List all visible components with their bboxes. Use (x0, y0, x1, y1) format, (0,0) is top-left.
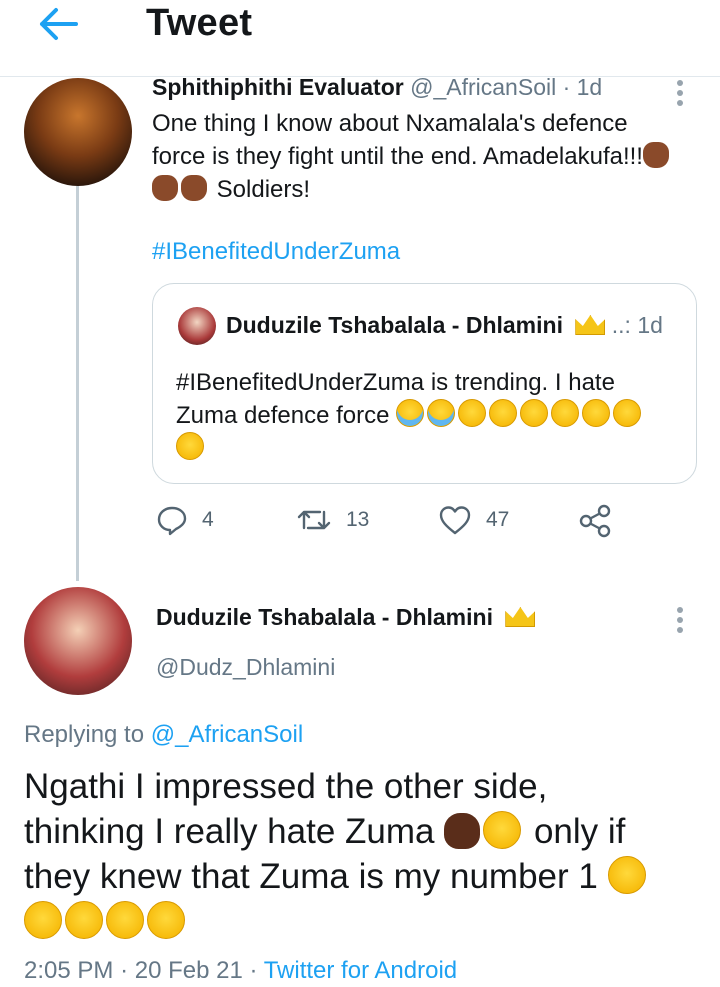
cry-emoji (427, 399, 456, 427)
like-icon (439, 506, 471, 535)
laugh-emoji (458, 399, 487, 427)
retweet-count: 13 (346, 508, 370, 531)
quoted-tweet-text: #IBenefitedUnderZuma is trending. I hate… (176, 367, 676, 465)
avatar[interactable] (24, 587, 132, 695)
laugh-emoji (582, 399, 611, 427)
top-bar: Tweet (0, 0, 720, 77)
fist-emoji (181, 175, 207, 201)
reply-count: 4 (202, 508, 214, 531)
tweet-time: · 1d (562, 74, 603, 100)
quoted-author-name: Duduzile Tshabalala - Dhlamini (226, 312, 563, 338)
like-count: 47 (486, 508, 510, 531)
laugh-emoji (65, 901, 103, 939)
laugh-emoji (176, 432, 204, 460)
crown-emoji (505, 607, 536, 627)
more-dots-icon[interactable] (676, 80, 684, 110)
laugh-emoji (551, 399, 580, 427)
laugh-emoji (483, 811, 522, 849)
share-button[interactable] (578, 504, 626, 538)
quoted-tweet-header: Duduzile Tshabalala - Dhlamini ..: 1d (226, 312, 663, 339)
tweet-time: 2:05 PM (24, 957, 114, 984)
like-button[interactable]: 47 (438, 504, 509, 536)
tweet-metadata: 2:05 PM · 20 Feb 21 · Twitter for Androi… (24, 957, 457, 985)
reply-icon (157, 506, 187, 536)
retweet-button[interactable]: 13 (296, 504, 369, 536)
laugh-emoji (607, 856, 646, 894)
reply-button[interactable]: 4 (156, 504, 214, 536)
back-arrow-icon[interactable] (36, 6, 80, 42)
fist-emoji (152, 175, 178, 201)
laugh-emoji (24, 901, 62, 939)
avatar[interactable] (24, 78, 132, 186)
tweet-text: One thing I know about Nxamalala's defen… (152, 107, 702, 206)
crown-emoji (575, 315, 606, 335)
facepalm-emoji (444, 813, 481, 849)
tweet-header: Sphithiphithi Evaluator @_AfricanSoil · … (152, 74, 602, 101)
replying-to-link[interactable]: @_AfricanSoil (151, 721, 303, 748)
share-icon (579, 504, 611, 538)
more-dots-icon[interactable] (676, 607, 684, 637)
cry-emoji (396, 399, 425, 427)
laugh-emoji (489, 399, 518, 427)
author-handle[interactable]: @_AfricanSoil (410, 74, 556, 100)
author-name[interactable]: Duduzile Tshabalala - Dhlamini (156, 604, 536, 631)
quoted-extra: ..: (611, 312, 631, 338)
hashtag-link[interactable]: #IBenefitedUnderZuma (152, 238, 400, 266)
laugh-emoji (613, 399, 642, 427)
retweet-icon (297, 510, 331, 530)
tweet-source-link[interactable]: Twitter for Android (264, 957, 457, 984)
laugh-emoji (520, 399, 549, 427)
fist-emoji (642, 142, 669, 168)
author-name[interactable]: Sphithiphithi Evaluator (152, 74, 404, 100)
laugh-emoji (147, 901, 185, 939)
avatar (178, 307, 216, 345)
page-title: Tweet (146, 2, 253, 44)
quoted-time: 1d (637, 312, 663, 338)
tweet-text: Ngathi I impressed the other side, think… (24, 764, 704, 944)
action-bar: 4 13 47 (0, 504, 720, 544)
replying-to: Replying to @_AfricanSoil (24, 721, 304, 748)
laugh-emoji (106, 901, 144, 939)
author-handle[interactable]: @Dudz_Dhlamini (156, 654, 335, 681)
tweet-date: · 20 Feb 21 · (120, 957, 258, 984)
